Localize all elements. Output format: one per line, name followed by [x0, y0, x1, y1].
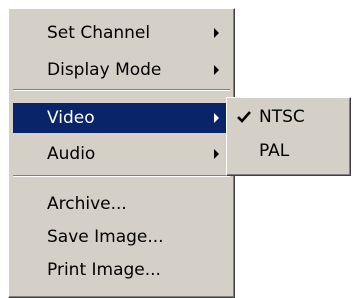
- submenu-arrow-icon: [214, 65, 219, 75]
- menu-item-label: Audio: [47, 144, 96, 164]
- menu-separator: [13, 175, 230, 177]
- submenu-arrow-icon: [214, 113, 219, 123]
- menu-item-label: Set Channel: [47, 23, 151, 43]
- menu-item-label: Archive...: [47, 194, 127, 214]
- checkmark-icon: [237, 111, 251, 123]
- menu-item-archive[interactable]: Archive...: [13, 189, 230, 219]
- menu-item-label: Display Mode: [47, 60, 162, 80]
- menu-item-print-image[interactable]: Print Image...: [13, 255, 230, 285]
- menu-separator: [13, 89, 230, 91]
- menu-item-audio[interactable]: Audio: [13, 139, 230, 169]
- submenu-item-label: PAL: [259, 141, 290, 161]
- menu-item-label: Video: [47, 108, 95, 128]
- menu-item-label: Print Image...: [47, 260, 161, 280]
- screen: { "context_menu": { "items": [ { "label"…: [0, 0, 353, 298]
- menu-item-display-mode[interactable]: Display Mode: [13, 55, 230, 85]
- submenu-item-pal[interactable]: PAL: [230, 136, 347, 166]
- submenu-item-ntsc[interactable]: NTSC: [230, 102, 347, 132]
- submenu-item-label: NTSC: [259, 107, 305, 127]
- menu-item-set-channel[interactable]: Set Channel: [13, 18, 230, 48]
- menu-item-video[interactable]: Video: [13, 103, 230, 133]
- submenu-arrow-icon: [214, 149, 219, 159]
- menu-item-label: Save Image...: [47, 227, 164, 247]
- submenu-arrow-icon: [214, 28, 219, 38]
- menu-item-save-image[interactable]: Save Image...: [13, 222, 230, 252]
- video-submenu: NTSC PAL: [226, 97, 351, 176]
- context-menu: Set Channel Display Mode Video Audio Arc…: [8, 8, 235, 298]
